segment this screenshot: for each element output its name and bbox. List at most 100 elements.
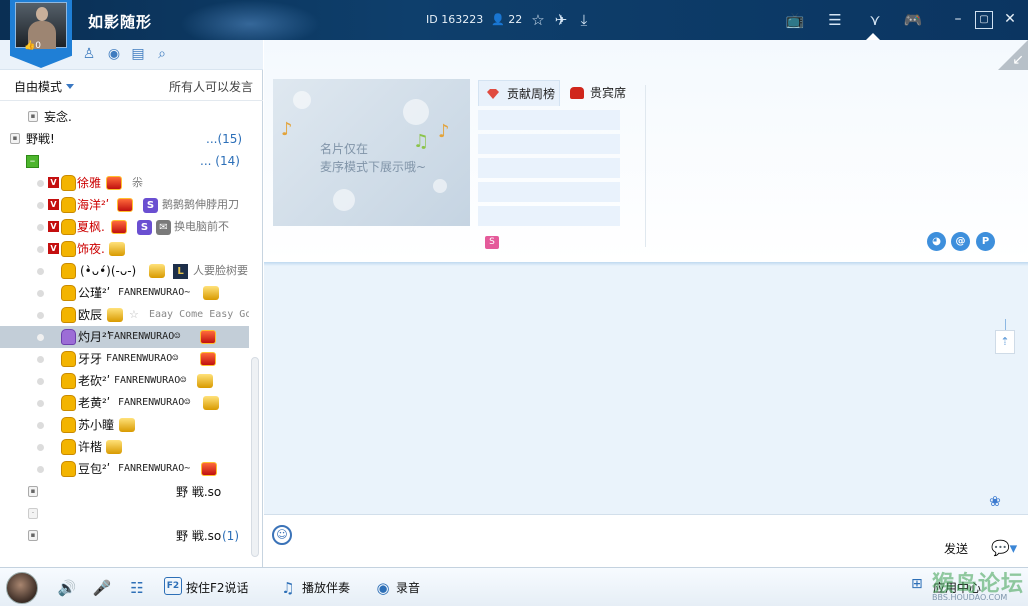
chat-area: ⇡ xyxy=(264,266,1028,514)
list-item[interactable]: · xyxy=(0,503,249,525)
room-avatar-badge[interactable]: 👍0 xyxy=(10,0,72,68)
list-item[interactable]: – ... (14) xyxy=(0,150,249,172)
music-note-icon: ♪ xyxy=(281,119,293,140)
tab-vip-seats[interactable]: 贵宾席 xyxy=(566,80,646,106)
user-row[interactable]: V 饰夜. xyxy=(0,238,249,260)
edit-list-icon[interactable]: ▤ xyxy=(129,46,147,64)
font-format-icon[interactable]: ☺ xyxy=(272,525,292,545)
status-dot xyxy=(37,312,44,319)
user-row[interactable]: 老黄²ʹ FANRENWURAO☺ xyxy=(0,392,249,414)
user-status: FANRENWURAO☺ xyxy=(108,331,181,342)
mixer-icon[interactable]: ☷ xyxy=(126,577,148,599)
users-icon[interactable]: ♙ xyxy=(80,46,98,64)
status-dot xyxy=(37,268,44,275)
video-hint-line2: 麦序模式下展示哦~ xyxy=(320,160,427,174)
user-list-scrollbar[interactable] xyxy=(251,357,259,557)
user-row[interactable]: V 夏枫. S ✉ 换电脑前不 xyxy=(0,216,249,238)
user-row[interactable]: 苏小瞳 xyxy=(0,414,249,436)
user-icon xyxy=(61,307,76,323)
crown-icon xyxy=(149,264,165,278)
user-row[interactable]: 许楷 xyxy=(0,436,249,458)
collapse-icon[interactable]: – xyxy=(26,155,39,168)
tv-icon[interactable]: 📺 xyxy=(785,10,805,30)
list-item[interactable]: ▪ 野 戦.so (1) xyxy=(0,525,249,547)
list-item[interactable]: ▪ 野 戦.so xyxy=(0,481,249,503)
avatar-head-shape xyxy=(36,7,48,21)
crown-icon xyxy=(117,198,133,212)
scroll-to-top-button[interactable]: ⇡ xyxy=(995,330,1015,354)
user-status: FANRENWURAO~ xyxy=(118,463,191,474)
bubble-decoration xyxy=(433,179,447,193)
push-to-talk-button[interactable]: 按住F2说话 xyxy=(186,579,249,596)
user-row[interactable]: 老砍²ʹ FANRENWURAO☺ xyxy=(0,370,249,392)
user-icon xyxy=(61,219,76,235)
my-avatar[interactable] xyxy=(6,572,38,604)
s-badge-icon[interactable]: S xyxy=(485,236,499,249)
user-name: 夏枫. xyxy=(77,220,105,234)
user-row[interactable]: V 徐雅 尜 xyxy=(0,172,249,194)
bubble-decoration xyxy=(333,189,355,211)
crown-icon xyxy=(200,352,216,366)
p-button[interactable]: P xyxy=(976,232,995,251)
f2-key-icon: F2 xyxy=(164,577,182,595)
user-row[interactable]: 公瑾²ʹ FANRENWURAO~ xyxy=(0,282,249,304)
rank-tabs: 贡献周榜 贵宾席 xyxy=(478,80,646,106)
user-name: 老黄²ʹ xyxy=(78,396,111,410)
tab-contribution-weekly[interactable]: 贡献周榜 xyxy=(478,80,560,106)
bubble-icon[interactable]: ◕ xyxy=(927,232,946,251)
speaker-icon[interactable]: 🔊 xyxy=(56,577,78,599)
title-bar: 如影随形 ID 163223 👤 22 ☆ ✈ ⤓ 📺 ☰ ⋎ 🎮 – ▢ ✕ xyxy=(0,0,1028,40)
video-hint-line1: 名片仅在 xyxy=(320,142,369,156)
record-icon: ◉ xyxy=(376,579,390,597)
plane-icon[interactable]: ✈ xyxy=(551,10,571,30)
close-icon[interactable]: ✕ xyxy=(1001,11,1019,29)
list-item[interactable]: ▪ 妄念. xyxy=(0,106,249,128)
maximize-icon[interactable]: ▢ xyxy=(975,11,993,29)
sidebar: ♙ ◉ ▤ ⌕ 自由模式 所有人可以发言 ▪ 妄念. ▪ 野戦! ...(15)… xyxy=(0,40,263,567)
channel-name: 野 戦.so xyxy=(176,529,222,543)
search-icon[interactable]: ⌕ xyxy=(153,46,171,64)
user-name: 苏小瞳 xyxy=(78,418,115,432)
user-icon xyxy=(61,175,76,191)
user-row[interactable]: 欧辰 ☆ Eaay Come Easy Go xyxy=(0,304,249,326)
rank-row xyxy=(478,206,620,226)
list-item[interactable]: ▪ 野戦! ...(15) xyxy=(0,128,249,150)
user-status: FANRENWURAO~ xyxy=(118,287,191,298)
gamepad-icon[interactable]: 🎮 xyxy=(903,10,923,30)
tree-icon[interactable]: ⋎ xyxy=(865,10,885,30)
play-accompaniment-button[interactable]: 播放伴奏 xyxy=(302,579,350,596)
user-row[interactable]: V 海洋²ʹ S 鹅鹅鹅伸脖用刀 xyxy=(0,194,249,216)
apps-grid-icon[interactable]: ⊞ xyxy=(911,576,933,598)
s-badge-icon: S xyxy=(143,198,158,213)
message-input-area[interactable]: ☺ 发送 💬▾ xyxy=(264,514,1028,567)
user-row[interactable]: 牙牙 FANRENWURAO☺ xyxy=(0,348,249,370)
user-icon xyxy=(61,351,76,367)
list-icon[interactable]: ☰ xyxy=(825,10,845,30)
send-button[interactable]: 发送 xyxy=(944,540,968,557)
collapse-corner-button[interactable]: ↙ xyxy=(998,40,1028,70)
channel-name: 野 戦.so xyxy=(176,485,222,499)
crown-icon xyxy=(109,242,125,256)
user-icon xyxy=(61,241,76,257)
send-options-icon[interactable]: 💬▾ xyxy=(991,539,1021,557)
record-button[interactable]: 录音 xyxy=(396,579,420,596)
lock-icon: ▪ xyxy=(28,486,38,497)
microphone-icon[interactable]: 🎤 xyxy=(91,577,113,599)
user-row[interactable]: 豆包²ʹ FANRENWURAO~ xyxy=(0,458,249,480)
download-icon[interactable]: ⤓ xyxy=(574,10,594,30)
crown-icon xyxy=(119,418,135,432)
minimize-icon[interactable]: – xyxy=(949,11,967,29)
vip-badge: V xyxy=(48,199,59,210)
flower-icon[interactable]: ❀ xyxy=(986,494,1004,514)
user-icon xyxy=(61,373,76,389)
location-icon[interactable]: ◉ xyxy=(105,46,123,64)
mode-select[interactable]: 自由模式 xyxy=(14,78,75,95)
user-row-selected[interactable]: 灼月²ʹ FANRENWURAO☺ xyxy=(0,326,249,348)
rank-row xyxy=(478,110,620,130)
sofa-icon xyxy=(570,87,584,99)
bubble-decoration xyxy=(293,91,311,109)
watermark-url: BBS.HOUDAO.COM xyxy=(932,593,1008,602)
user-row[interactable]: (•̀ᴗ•́)(-ᴗ-) L 人要脸树要 xyxy=(0,260,249,282)
star-icon[interactable]: ☆ xyxy=(528,10,548,30)
at-icon[interactable]: @ xyxy=(951,232,970,251)
